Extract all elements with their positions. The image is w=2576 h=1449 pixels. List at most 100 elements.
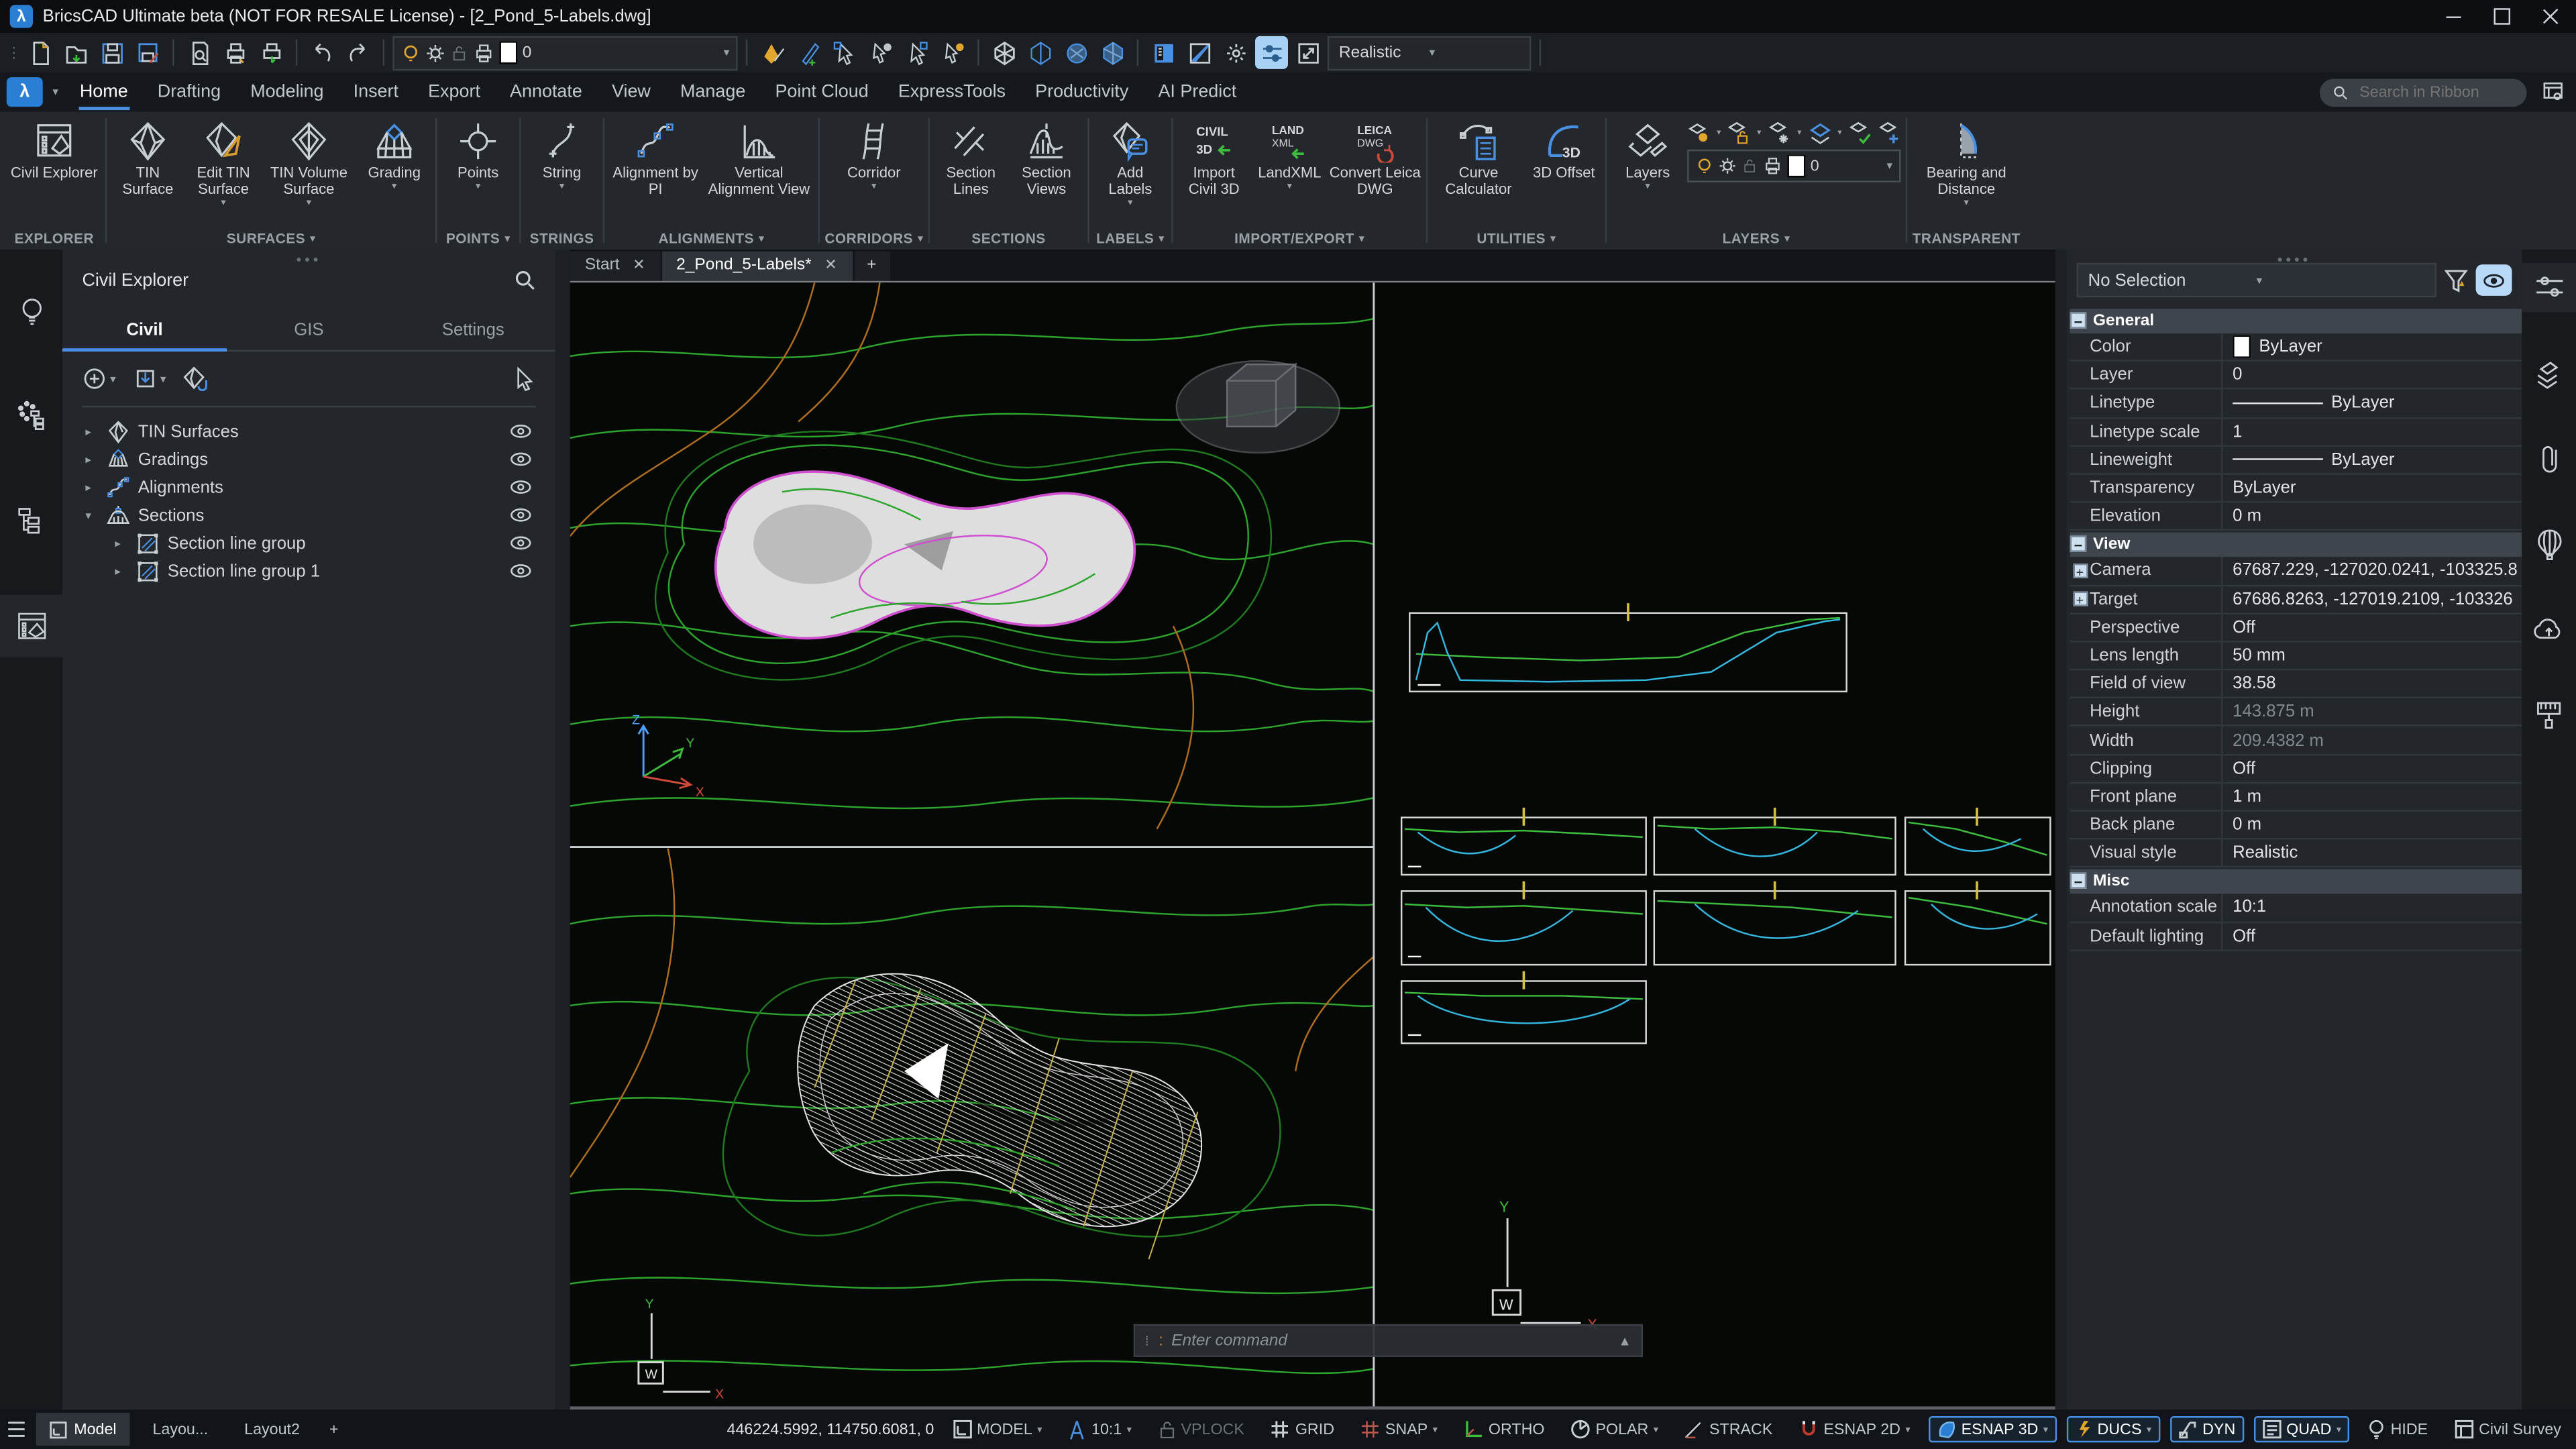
color-swatch[interactable] <box>2233 335 2251 359</box>
select-remove-button[interactable] <box>900 36 933 69</box>
alignment-by-pi-button[interactable]: Alignment by PI <box>610 115 702 210</box>
import-civil-3d-button[interactable]: CIVIL 3D Import Civil 3D <box>1178 115 1250 210</box>
doc-tab-pond[interactable]: 2_Pond_5-Labels* ✕ <box>661 251 852 281</box>
tab-drafting[interactable]: Drafting <box>143 72 235 112</box>
close-icon[interactable]: ✕ <box>633 257 645 275</box>
toggle-snap[interactable]: SNAP ▾ <box>1352 1416 1446 1442</box>
open-file-button[interactable] <box>59 36 92 69</box>
property-row-field-of-view[interactable]: Field of view 38.58 <box>2070 670 2522 699</box>
grading-button[interactable]: Grading ▾ <box>358 115 431 193</box>
ribbon-group-menu-import-export[interactable]: IMPORT/EXPORT ▾ <box>1178 227 1421 250</box>
ribbon-search[interactable] <box>2319 78 2527 106</box>
toggle-ducs[interactable]: DUCS ▾ <box>2066 1416 2160 1443</box>
curve-calculator-button[interactable]: Curve Calculator <box>1432 115 1524 210</box>
tab-view[interactable]: View <box>597 72 665 112</box>
layer-lock-icon[interactable] <box>450 42 468 63</box>
select-entities-button[interactable] <box>828 36 861 69</box>
selection-dropdown[interactable]: No Selection ▾ <box>2076 262 2436 298</box>
view-cube[interactable] <box>1175 360 1341 453</box>
property-row-visual-style[interactable]: Visual style Realistic <box>2070 839 2522 868</box>
toggle-polar[interactable]: POLAR ▾ <box>1562 1416 1666 1442</box>
tin-volume-surface-button[interactable]: TIN Volume Surface ▾ <box>263 115 355 210</box>
corridor-button[interactable]: Corridor ▾ <box>838 115 910 193</box>
property-row-annotation-scale[interactable]: Annotation scale 10:1 <box>2070 894 2522 923</box>
cloud-tab-button[interactable] <box>2522 604 2576 653</box>
convert-leica-dwg-button[interactable]: LEICA DWG Convert Leica DWG <box>1329 115 1421 210</box>
section-misc[interactable]: − Misc <box>2070 869 2522 895</box>
panel-drag-handle[interactable]: ••• <box>296 252 321 268</box>
property-row-front-plane[interactable]: Front plane 1 m <box>2070 783 2522 812</box>
layer-state-button[interactable] <box>1848 121 1871 144</box>
visibility-eye-icon[interactable] <box>509 564 532 578</box>
layer-dropdown[interactable]: 0 ▾ <box>392 35 738 70</box>
tab-point-cloud[interactable]: Point Cloud <box>760 72 883 112</box>
annotation-scale-control[interactable]: 10:1 ▾ <box>1060 1415 1140 1444</box>
panels-button[interactable] <box>1146 36 1179 69</box>
toggle-esnap-3d[interactable]: ESNAP 3D ▾ <box>1928 1416 2057 1443</box>
tab-home[interactable]: Home <box>65 72 143 112</box>
tab-modeling[interactable]: Modeling <box>235 72 338 112</box>
layer-freeze-sun-icon[interactable] <box>1719 156 1737 176</box>
expand-icon[interactable]: + <box>2072 563 2088 580</box>
properties-tab-button[interactable] <box>2522 262 2576 313</box>
menu-icon[interactable] <box>7 1421 26 1437</box>
layers-tab-button[interactable] <box>2522 348 2576 397</box>
visual-style-gouraud-button[interactable] <box>1060 36 1093 69</box>
visual-style-dropdown[interactable]: Realistic ▾ <box>1327 35 1532 70</box>
match-properties-button[interactable] <box>756 36 789 69</box>
new-file-button[interactable] <box>23 36 56 69</box>
panel-drag-handle[interactable]: •••• <box>2277 252 2311 268</box>
toggle-hide[interactable]: HIDE <box>2359 1416 2436 1442</box>
annotative-pen-button[interactable] <box>792 36 824 69</box>
render-tab-button[interactable] <box>2522 519 2576 568</box>
close-button[interactable] <box>2527 0 2576 33</box>
property-row-default-lighting[interactable]: Default lighting Off <box>2070 922 2522 951</box>
landxml-button[interactable]: LAND XML LandXML ▾ <box>1253 115 1326 193</box>
chevron-down-icon[interactable]: ▾ <box>724 46 730 59</box>
ribbon-group-menu-points[interactable]: POINTS ▾ <box>442 227 515 250</box>
tab-annotate[interactable]: Annotate <box>495 72 597 112</box>
toolbar-grip-icon[interactable]: ⋮ <box>7 44 21 62</box>
tab-export[interactable]: Export <box>413 72 495 112</box>
tips-panel-button[interactable] <box>0 279 62 341</box>
property-row-linetype-scale[interactable]: Linetype scale 1 <box>2070 418 2522 447</box>
visibility-eye-icon[interactable] <box>509 424 532 439</box>
visual-style-wireframe-button[interactable] <box>987 36 1020 69</box>
layer-lock-icon[interactable] <box>1741 156 1758 176</box>
undo-button[interactable] <box>306 36 339 69</box>
minimize-button[interactable] <box>2428 0 2477 33</box>
toggle-ortho[interactable]: ORTHO <box>1456 1416 1553 1442</box>
layer-color-swatch[interactable] <box>499 41 518 64</box>
string-button[interactable]: String ▾ <box>526 115 598 193</box>
toggle-civil-survey[interactable]: Civil Survey <box>2446 1416 2569 1442</box>
property-row-target[interactable]: + Target 67686.8263, -127019.2109, -103326 <box>2070 586 2522 614</box>
layer-freeze-sun-icon[interactable] <box>425 42 445 63</box>
tab-productivity[interactable]: Productivity <box>1020 72 1143 112</box>
ribbon-search-input[interactable] <box>2356 81 2514 103</box>
coordinates-readout[interactable]: 446224.5992, 114750.6081, 0 <box>727 1420 934 1438</box>
drawing-explorer-button[interactable] <box>1183 36 1216 69</box>
ribbon-group-menu-corridors[interactable]: CORRIDORS ▾ <box>824 227 923 250</box>
toggle-grid[interactable]: GRID <box>1263 1416 1342 1442</box>
add-entity-button[interactable]: ▾ <box>82 366 116 391</box>
ribbon-group-menu-utilities[interactable]: UTILITIES ▾ <box>1432 227 1600 250</box>
layer-plot-printer-icon[interactable] <box>473 42 494 63</box>
adjust-panel-button[interactable] <box>1255 36 1289 69</box>
property-row-lens-length[interactable]: Lens length 50 mm <box>2070 642 2522 671</box>
section-view[interactable]: − View <box>2070 533 2522 557</box>
command-line-grip-icon[interactable]: ⁞ <box>1145 1333 1150 1348</box>
tree-item-section-line-group-1[interactable]: ▸ Section line group 1 <box>62 557 555 585</box>
layer-color-swatch[interactable] <box>1787 154 1806 178</box>
import-surface-button[interactable] <box>182 366 209 391</box>
import-button[interactable]: ▾ <box>132 366 166 391</box>
property-row-camera[interactable]: + Camera 67687.229, -127020.0241, -103325.… <box>2070 557 2522 586</box>
layer-lock-button[interactable] <box>1727 121 1750 144</box>
property-row-layer[interactable]: Layer 0 <box>2070 362 2522 390</box>
layer-freeze-button[interactable] <box>1768 121 1790 144</box>
visual-style-hidden-button[interactable] <box>1024 36 1057 69</box>
toggle-esnap-2d[interactable]: ESNAP 2D ▾ <box>1790 1416 1919 1442</box>
tab-ai-predict[interactable]: AI Predict <box>1143 72 1251 112</box>
bearing-and-distance-button[interactable]: Bearing and Distance ▾ <box>1921 115 2012 210</box>
add-labels-button[interactable]: Add Labels ▾ <box>1094 115 1167 210</box>
property-row-clipping[interactable]: Clipping Off <box>2070 755 2522 784</box>
